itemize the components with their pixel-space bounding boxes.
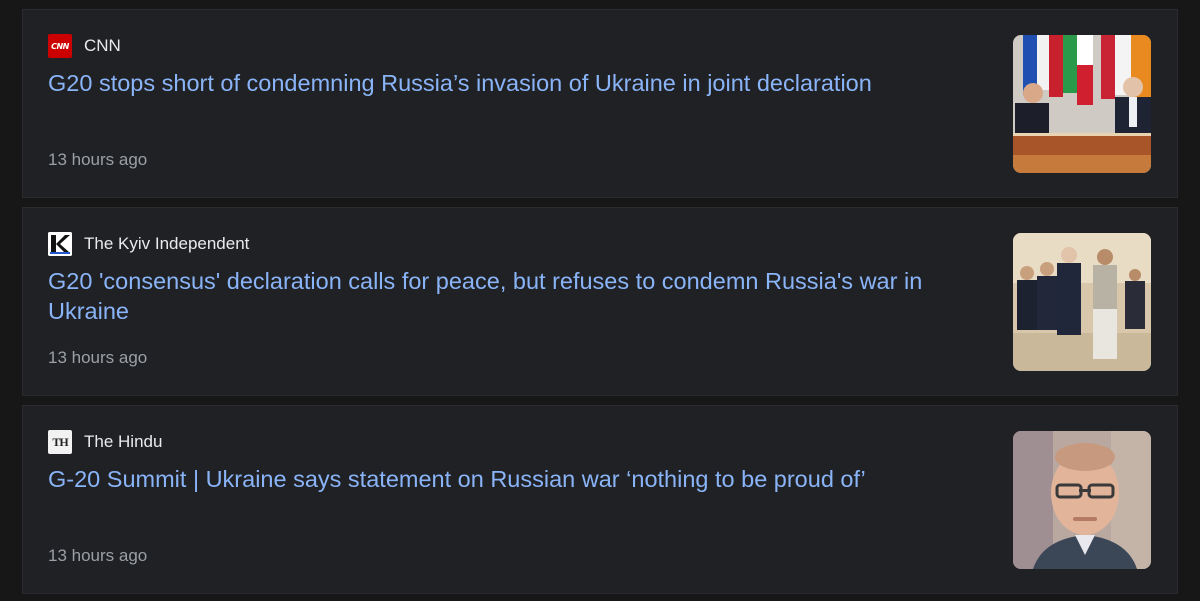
news-feed: CNN CNN G20 stops short of condemning Ru… [0, 0, 1200, 601]
timestamp: 13 hours ago [48, 546, 148, 565]
news-card[interactable]: CNN CNN G20 stops short of condemning Ru… [22, 9, 1178, 198]
article-thumbnail[interactable] [1013, 233, 1151, 371]
article-thumbnail[interactable] [1013, 431, 1151, 569]
source-name: The Hindu [84, 432, 163, 451]
headline-link[interactable]: G20 'consensus' declaration calls for pe… [48, 266, 978, 326]
timestamp: 13 hours ago [48, 150, 148, 169]
headline-link[interactable]: G-20 Summit | Ukraine says statement on … [48, 464, 978, 494]
news-card[interactable]: The Kyiv Independent G20 'consensus' dec… [22, 207, 1178, 396]
source-row: The Kyiv Independent [48, 232, 250, 256]
source-name: CNN [84, 36, 121, 55]
thumbnail-image [1013, 431, 1151, 569]
headline-link[interactable]: G20 stops short of condemning Russia’s i… [48, 68, 978, 98]
article-thumbnail[interactable] [1013, 35, 1151, 173]
source-row: TH The Hindu [48, 430, 163, 454]
news-card[interactable]: TH The Hindu G-20 Summit | Ukraine says … [22, 405, 1178, 594]
kyiv-independent-logo-icon [48, 232, 72, 256]
source-row: CNN CNN [48, 34, 121, 58]
the-hindu-logo-icon: TH [48, 430, 72, 454]
source-name: The Kyiv Independent [84, 234, 250, 253]
timestamp: 13 hours ago [48, 348, 148, 367]
cnn-logo-icon: CNN [48, 34, 72, 58]
thumbnail-image [1013, 35, 1151, 173]
thumbnail-image [1013, 233, 1151, 371]
